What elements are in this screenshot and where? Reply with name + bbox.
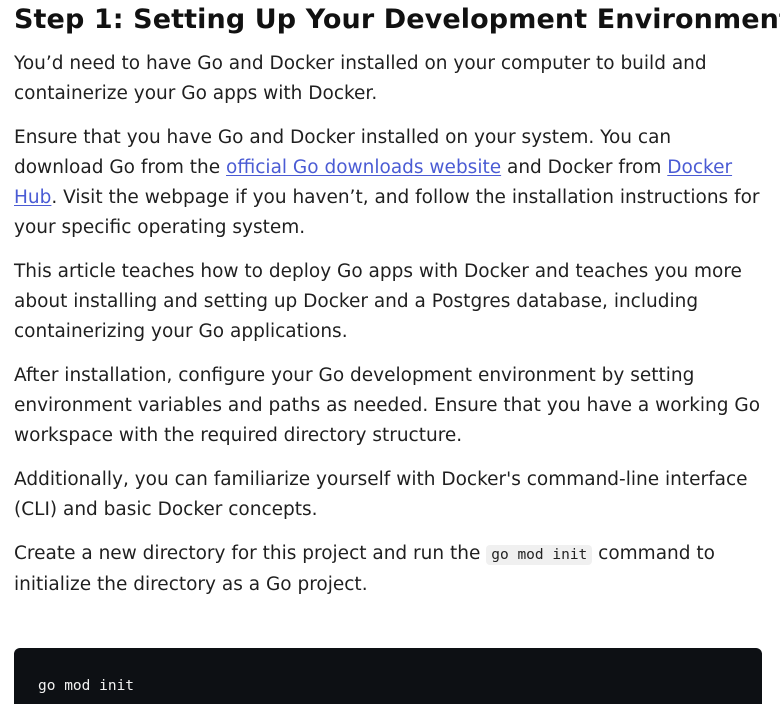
inline-code-go-mod-init: go mod init [486, 545, 593, 565]
paragraph-article-scope: This article teaches how to deploy Go ap… [14, 261, 742, 342]
code-block-content[interactable]: go mod init [38, 678, 134, 694]
code-block: go mod init [14, 648, 762, 704]
step-heading: Step 1: Setting Up Your Development Envi… [14, 4, 780, 35]
paragraph-create-text-a: Create a new directory for this project … [14, 543, 487, 564]
paragraph-configure: After installation, configure your Go de… [14, 365, 761, 446]
go-downloads-link[interactable]: official Go downloads website [226, 157, 501, 178]
paragraph-create-directory: Create a new directory for this project … [14, 539, 766, 600]
article-page: Step 1: Setting Up Your Development Envi… [0, 0, 780, 704]
paragraph-docker-cli: Additionally, you can familiarize yourse… [14, 469, 748, 520]
paragraph-intro: You’d need to have Go and Docker install… [14, 53, 707, 104]
paragraph-install-text-c: . Visit the webpage if you haven’t, and … [14, 187, 760, 238]
paragraph-install-text-b: and Docker from [501, 157, 668, 178]
paragraph-install: Ensure that you have Go and Docker insta… [14, 123, 766, 243]
